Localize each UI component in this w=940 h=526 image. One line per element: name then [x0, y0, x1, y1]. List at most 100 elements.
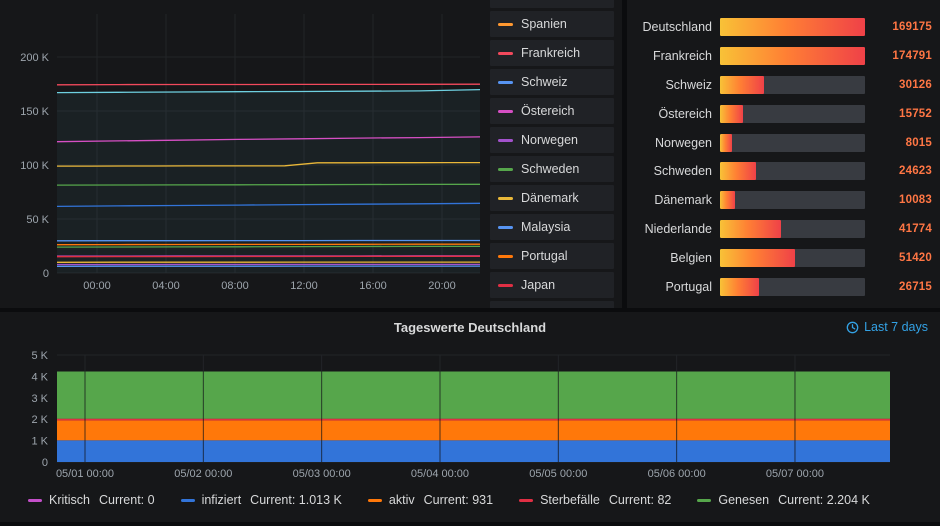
bargauge-bar [720, 104, 743, 123]
bargauge-country-label: Belgien [670, 250, 712, 265]
bargauge-track [720, 18, 865, 37]
bargauge-country-label: Niederlande [644, 221, 712, 236]
bargauge-row-danemark: Dänemark 10083 [627, 186, 932, 215]
bargauge-country-label: Portugal [665, 279, 712, 294]
stacked-area-chart[interactable]: 0 1 K 2 K 3 K 4 K 5 K 05/01 00:00 05/02 00:00 05… [0, 342, 940, 487]
bargauge-country-label: Deutschland [642, 20, 713, 35]
stacked-band-sterbefalle [57, 418, 890, 421]
bargauge-value: 10083 [899, 194, 932, 207]
legend-item-portugal[interactable]: Portugal [490, 243, 614, 269]
clock-icon [846, 321, 859, 333]
bargauge-value: 26715 [899, 280, 932, 293]
legend-item-label: Norwegen [521, 133, 578, 147]
series-area-fill [57, 89, 480, 273]
time-range-link[interactable]: Last 7 days [846, 320, 928, 334]
series-color-dash-icon [28, 498, 42, 502]
panel-title[interactable]: Tageswerte Deutschland [394, 320, 546, 335]
bargauge-track [720, 104, 865, 123]
bargauge-value: 24623 [899, 165, 932, 178]
legend-item-ostereich[interactable]: Östereich [490, 98, 614, 124]
legend-series-name: Kritisch [49, 493, 90, 507]
y-axis-tick-label: 4 K [31, 371, 48, 383]
x-axis-tick-label: 08:00 [221, 280, 249, 292]
y-axis-tick-label: 150 K [20, 106, 49, 118]
stacked-band-genesen [57, 371, 890, 419]
x-axis-tick-label: 00:00 [83, 280, 111, 292]
legend-item-norwegen[interactable]: Norwegen [490, 127, 614, 153]
bargauge-track [720, 219, 865, 238]
bargauge-row-schweden: Schweden 24623 [627, 157, 932, 186]
series-line-schweden [56, 245, 480, 248]
series-color-dash-icon [367, 498, 382, 502]
bargauge-country-label: Norwegen [655, 135, 712, 150]
series-color-dash-icon [498, 225, 513, 229]
bargauge-row-niederlande: Niederlande 41774 [627, 215, 932, 244]
bargauge-country-label: Frankreich [652, 49, 712, 64]
bargauge-country-label: Östereich [658, 106, 713, 121]
y-axis-tick-label: 0 [42, 457, 48, 469]
series-color-dash-icon [498, 138, 513, 142]
bargauge-track [720, 133, 865, 152]
legend-item-japan[interactable]: Japan [490, 272, 614, 298]
bargauge-row-deutschland: Deutschland 169175 [627, 13, 932, 42]
bargauge-track [720, 75, 865, 94]
legend-current-value: Current: 2.204 K [778, 493, 870, 507]
time-range-label: Last 7 days [864, 320, 928, 334]
panel-countries-timeseries: 0 50 K 100 K 150 K 200 K 00:00 04:00 08:00 12:00… [0, 0, 622, 308]
x-axis-tick-label: 05/01 00:00 [56, 468, 114, 480]
legend-item-partial[interactable] [490, 0, 614, 8]
bargauge-value: 174791 [892, 50, 932, 63]
bargauge-track [720, 277, 865, 296]
x-axis-tick-label: 12:00 [290, 280, 318, 292]
timeseries-chart[interactable]: 0 50 K 100 K 150 K 200 K 00:00 04:00 08:00 12:00… [0, 0, 488, 308]
x-axis-tick-label: 05/04 00:00 [411, 468, 469, 480]
legend-item-label: Spanien [521, 17, 567, 31]
bargauge-row-ostereich: Östereich 15752 [627, 99, 932, 128]
bargauge-value: 169175 [892, 21, 932, 34]
y-axis-tick-label: 5 K [31, 350, 48, 362]
y-axis-tick-label: 1 K [31, 436, 48, 448]
legend-item-genesen[interactable]: Genesen Current: 2.204 K [697, 493, 870, 507]
legend-item-aktiv[interactable]: aktiv Current: 931 [367, 493, 494, 507]
bargauge-row-belgien: Belgien 51420 [627, 243, 932, 272]
stacked-band-infiziert [57, 440, 890, 462]
x-axis-tick-label: 05/06 00:00 [648, 468, 706, 480]
bargauge-row-frankreich: Frankreich 174791 [627, 42, 932, 71]
series-color-dash-icon [498, 167, 513, 171]
bargauge-country-label: Schweden [653, 164, 712, 179]
legend-item-label: Dänemark [521, 191, 579, 205]
legend-item-label: Schweden [521, 162, 580, 176]
legend-item-label: Frankreich [521, 46, 581, 60]
bargauge-country-label: Dänemark [654, 193, 712, 208]
series-line-item [56, 183, 481, 186]
legend-item-malaysia[interactable]: Malaysia [490, 214, 614, 240]
x-axis-tick-label: 20:00 [428, 280, 456, 292]
legend-current-value: Current: 931 [423, 493, 494, 507]
y-axis-tick-label: 200 K [20, 52, 49, 64]
bargauge-bar [720, 277, 759, 296]
legend-item-schweden[interactable]: Schweden [490, 156, 614, 182]
legend-item-infiziert[interactable]: infiziert Current: 1.013 K [180, 493, 342, 507]
legend-series-name: aktiv [388, 493, 415, 507]
legend-item-danemark[interactable]: Dänemark [490, 185, 614, 211]
panel-tageswerte-deutschland: Tageswerte Deutschland Last 7 days 0 1 K 2… [0, 312, 940, 522]
y-axis-tick-label: 2 K [31, 414, 48, 426]
bargauge-bar [720, 248, 795, 267]
x-axis-tick-label: 05/07 00:00 [766, 468, 824, 480]
legend-series-name: Sterbefälle [540, 493, 600, 507]
legend-item-spanien[interactable]: Spanien [490, 11, 614, 37]
legend-item-frankreich[interactable]: Frankreich [490, 40, 614, 66]
legend-item-kanada[interactable]: Kanada [490, 301, 614, 308]
bargauge-value: 8015 [905, 136, 932, 149]
series-legend: Spanien Frankreich Schweiz Östereich Norwege… [490, 0, 614, 308]
bargauge-track [720, 47, 865, 66]
y-axis-tick-label: 100 K [20, 160, 49, 172]
x-axis-tick-label: 05/05 00:00 [529, 468, 587, 480]
legend-series-name: Genesen [718, 493, 770, 507]
legend-item-schweiz[interactable]: Schweiz [490, 69, 614, 95]
legend-item-kritisch[interactable]: Kritisch Current: 0 [28, 493, 155, 507]
stacked-band-aktiv [57, 420, 890, 441]
legend-item-sterbefalle[interactable]: Sterbefälle Current: 82 [519, 493, 671, 507]
bargauge-bar [720, 191, 735, 210]
bargauge-bar [720, 133, 732, 152]
